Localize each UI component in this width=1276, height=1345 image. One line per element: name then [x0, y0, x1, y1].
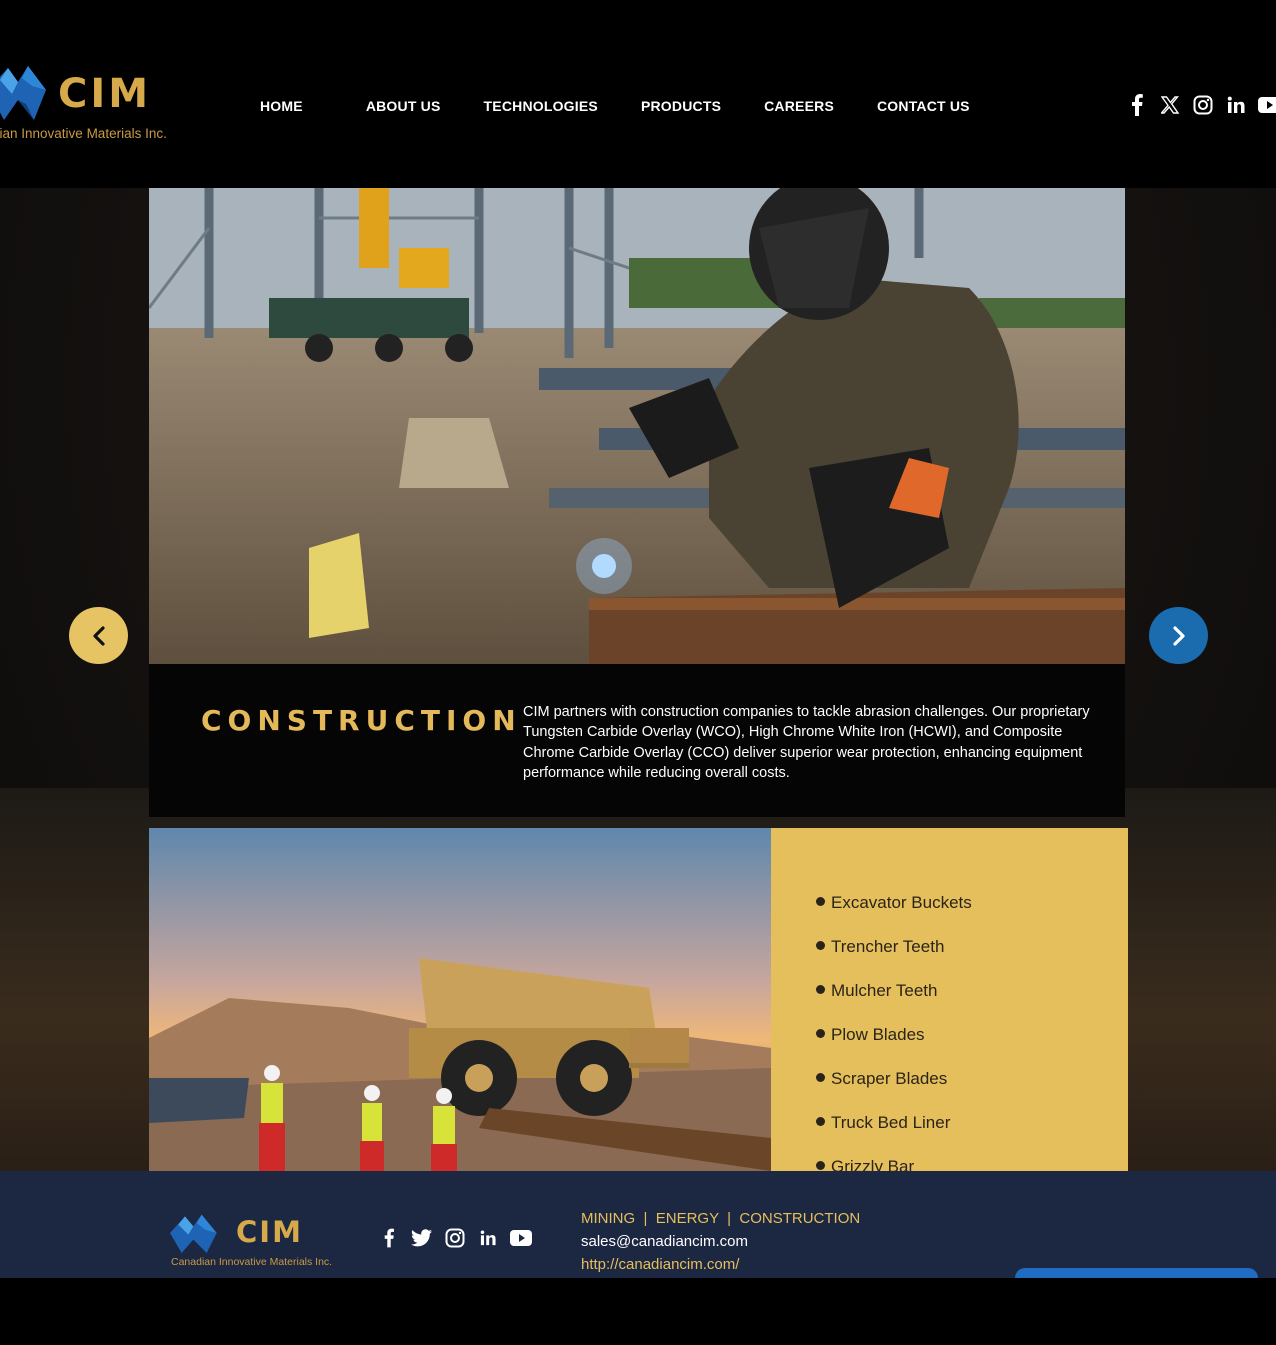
- list-item-label: Excavator Buckets: [831, 893, 972, 912]
- footer-website-link[interactable]: http://canadiancim.com/: [581, 1256, 739, 1273]
- bullet-icon: [816, 1161, 825, 1170]
- footer-logo[interactable]: CIM Canadian Innovative Materials Inc.: [170, 1211, 345, 1271]
- nav-products[interactable]: PRODUCTS: [618, 94, 741, 118]
- main-nav: HOME ABOUT US TECHNOLOGIES PRODUCTS CARE…: [240, 94, 990, 118]
- nav-technologies[interactable]: TECHNOLOGIES: [461, 94, 618, 118]
- linkedin-icon[interactable]: [476, 1227, 499, 1249]
- footer-logo-wordmark: CIM: [236, 1215, 303, 1249]
- list-item-label: Mulcher Teeth: [831, 981, 938, 1000]
- list-item: Excavator Buckets: [816, 893, 972, 913]
- product-list-panel: Excavator Buckets Trencher Teeth Mulcher…: [771, 828, 1128, 1171]
- list-item-label: Truck Bed Liner: [831, 1113, 951, 1132]
- slide-title: CONSTRUCTION: [201, 704, 522, 737]
- chevron-right-icon: [1172, 625, 1185, 646]
- nav-contact-us[interactable]: CONTACT US: [854, 94, 990, 118]
- list-item-label: Trencher Teeth: [831, 937, 945, 956]
- list-item: Mulcher Teeth: [816, 981, 937, 1001]
- bullet-icon: [816, 941, 825, 950]
- mining-truck-illustration: [149, 828, 771, 1171]
- slide-image-welder: [149, 188, 1125, 664]
- bullet-icon: [816, 1117, 825, 1126]
- list-item-label: Scraper Blades: [831, 1069, 948, 1088]
- slider-prev-button[interactable]: [69, 607, 128, 664]
- logo-subtitle: dian Innovative Materials Inc.: [0, 126, 167, 141]
- logo-wordmark: CIM: [58, 71, 152, 117]
- bullet-icon: [816, 985, 825, 994]
- chat-widget-tab[interactable]: [1015, 1268, 1258, 1278]
- site-logo[interactable]: CIM dian Innovative Materials Inc.: [0, 58, 205, 150]
- footer-social-links: [377, 1227, 532, 1249]
- linkedin-icon[interactable]: [1225, 94, 1247, 116]
- youtube-icon[interactable]: [1258, 94, 1276, 116]
- list-item-label: Grizzly Bar: [831, 1157, 915, 1171]
- footer-email-link[interactable]: sales@canadiancim.com: [581, 1233, 748, 1250]
- slide-caption: CONSTRUCTION CIM partners with construct…: [149, 664, 1125, 817]
- list-item-label: Plow Blades: [831, 1025, 925, 1044]
- bullet-icon: [816, 1029, 825, 1038]
- cim-logo-mark: [170, 1214, 217, 1253]
- instagram-icon[interactable]: [1192, 94, 1214, 116]
- site-header: CIM dian Innovative Materials Inc. HOME …: [0, 0, 1276, 188]
- twitter-icon[interactable]: [410, 1227, 433, 1249]
- mining-truck-image: [149, 828, 771, 1171]
- instagram-icon[interactable]: [443, 1227, 466, 1249]
- list-item: Plow Blades: [816, 1025, 925, 1045]
- x-icon[interactable]: [1159, 94, 1181, 116]
- list-item: Truck Bed Liner: [816, 1113, 950, 1133]
- bullet-icon: [816, 1073, 825, 1082]
- nav-careers[interactable]: CAREERS: [741, 94, 854, 118]
- nav-home[interactable]: HOME: [240, 94, 323, 118]
- bullet-icon: [816, 897, 825, 906]
- cim-logo-mark: [0, 66, 46, 120]
- header-social-links: [1126, 94, 1276, 116]
- slider-next-button[interactable]: [1149, 607, 1208, 664]
- site-footer: CIM Canadian Innovative Materials Inc. M…: [0, 1171, 1276, 1278]
- list-item: Grizzly Bar: [816, 1157, 914, 1171]
- youtube-icon[interactable]: [509, 1227, 532, 1249]
- list-item: Trencher Teeth: [816, 937, 944, 957]
- facebook-icon[interactable]: [1126, 94, 1148, 116]
- page-bottom-bar: [0, 1278, 1276, 1345]
- footer-logo-subtitle: Canadian Innovative Materials Inc.: [171, 1256, 333, 1268]
- list-item: Scraper Blades: [816, 1069, 947, 1089]
- chevron-left-icon: [92, 625, 105, 646]
- slide-description: CIM partners with construction companies…: [523, 704, 1090, 781]
- welder-illustration: [149, 188, 1125, 664]
- facebook-icon[interactable]: [377, 1227, 400, 1249]
- footer-sectors: MINING | ENERGY | CONSTRUCTION: [581, 1210, 861, 1227]
- nav-about-us[interactable]: ABOUT US: [323, 94, 461, 118]
